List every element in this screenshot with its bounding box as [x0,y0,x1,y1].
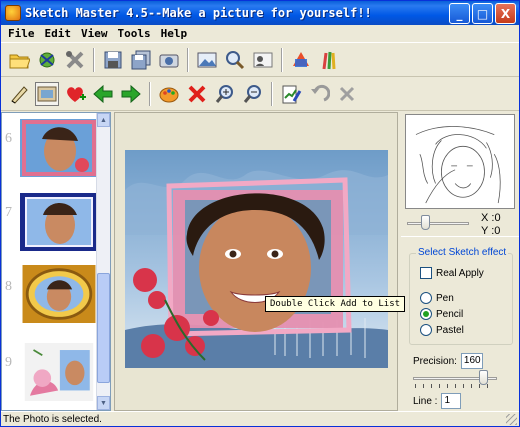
menu-tools[interactable]: Tools [113,27,156,40]
menu-file[interactable]: File [3,27,40,40]
image-icon[interactable] [195,48,219,72]
radio-circle[interactable] [420,292,432,304]
real-apply-checkbox[interactable]: Real Apply [420,267,484,279]
undo-icon [307,82,331,106]
line-label: Line : [413,395,438,407]
maximize-button[interactable]: □ [472,3,493,24]
menu-help[interactable]: Help [156,27,193,40]
x-value: 0 [494,212,501,224]
sketch-effect-section: Select Sketch effect Real Apply Pen Penc… [409,247,514,411]
id-card-icon[interactable] [251,48,275,72]
main-photo[interactable] [125,150,388,368]
scan-icon[interactable] [35,48,59,72]
radio-circle[interactable] [420,324,432,336]
sketch-effect-group: Select Sketch effect Real Apply Pen Penc… [409,247,513,345]
zoom-out-icon[interactable] [241,82,265,106]
minimize-button[interactable]: _ [449,3,470,24]
precision-label: Precision: [413,355,457,367]
thumbnail-number: 7 [5,205,12,220]
thumbnail-scrollbar[interactable]: ▲ ▼ [96,113,110,410]
preview-slider[interactable] [407,214,469,232]
edit-toolbar [1,77,519,111]
add-favorite-icon[interactable] [63,82,87,106]
list-item[interactable]: 9 [2,339,98,410]
real-apply-label: Real Apply [436,267,484,279]
status-bar: The Photo is selected. [1,411,519,426]
close-button[interactable]: X [495,3,516,24]
toolbar-separator [281,47,283,72]
edit-doc-icon[interactable] [279,82,303,106]
precision-slider[interactable] [413,369,497,388]
main-toolbar [1,43,519,77]
slider-ticks [415,384,495,388]
thumbnail-number: 8 [5,279,12,294]
camera-icon[interactable] [157,48,181,72]
photo-canvas[interactable]: Double Click Add to List [114,112,406,411]
slider-knob[interactable] [421,215,430,230]
resize-grip-icon[interactable] [506,414,517,425]
thumbnail-image [24,343,94,401]
back-arrow-icon[interactable] [91,82,115,106]
photo-icon[interactable] [35,81,59,106]
thumbnail-number: 9 [5,355,12,370]
list-item[interactable]: 7 [2,189,98,265]
title-bar[interactable]: Sketch Master 4.5--Make a picture for yo… [1,1,519,25]
cancel-icon [335,82,359,106]
radio-pencil[interactable]: Pencil [420,308,463,320]
brushes-icon[interactable] [317,48,341,72]
zoom-in-icon[interactable] [213,82,237,106]
radio-pen[interactable]: Pen [420,292,454,304]
forward-arrow-icon[interactable] [119,82,143,106]
radio-label: Pastel [436,324,464,336]
thumbnail-image [22,265,96,323]
group-title: Select Sketch effect [416,247,509,258]
radio-label: Pencil [436,308,464,320]
palette-icon[interactable] [157,82,181,106]
list-item[interactable]: 6 [2,115,98,191]
save-icon[interactable] [101,48,125,72]
precision-field[interactable]: 160 [460,353,483,369]
scroll-up-icon[interactable]: ▲ [97,113,110,127]
checkbox-box[interactable] [420,267,432,279]
menu-view[interactable]: View [76,27,113,40]
slider-track [407,222,469,225]
toolbar-separator [187,47,189,72]
tools-icon[interactable] [63,48,87,72]
pen-icon[interactable] [7,82,31,106]
menu-bar: File Edit View Tools Help [1,25,519,43]
shapes-icon[interactable] [289,48,313,72]
toolbar-separator [93,47,95,72]
window-title: Sketch Master 4.5--Make a picture for yo… [25,6,372,20]
thumbnail-image [20,119,98,177]
menu-edit[interactable]: Edit [40,27,77,40]
app-icon [5,5,21,21]
x-coordinate: X :0 [481,212,501,224]
radio-circle[interactable] [420,308,432,320]
line-row: Line : 1 [413,393,462,409]
open-folder-icon[interactable] [7,48,31,72]
panel-divider [401,236,519,237]
radio-label: Pen [436,292,454,304]
scroll-thumb[interactable] [97,273,110,383]
tooltip: Double Click Add to List [265,296,406,312]
list-item[interactable]: 8 [2,263,98,339]
x-label: X : [481,212,495,224]
sketch-preview [405,114,515,209]
slider-knob[interactable] [479,370,488,385]
scroll-down-icon[interactable]: ▼ [97,396,110,410]
zoom-icon[interactable] [223,48,247,72]
effects-panel: X :0 Y :0 Select Sketch effect Real Appl… [401,112,519,411]
thumbnail-image [20,193,98,251]
radio-pastel[interactable]: Pastel [420,324,464,336]
delete-icon[interactable] [185,82,209,106]
app-window: Sketch Master 4.5--Make a picture for yo… [0,0,520,427]
status-text: The Photo is selected. [3,413,102,425]
thumbnail-number: 6 [5,131,12,146]
thumbnail-list[interactable]: 6 7 8 9 ▲ ▼ [1,112,111,411]
line-field[interactable]: 1 [441,393,462,409]
precision-row: Precision: 160 [413,353,483,369]
toolbar-separator [271,81,273,106]
toolbar-separator [149,81,151,106]
save-all-icon[interactable] [129,48,153,72]
